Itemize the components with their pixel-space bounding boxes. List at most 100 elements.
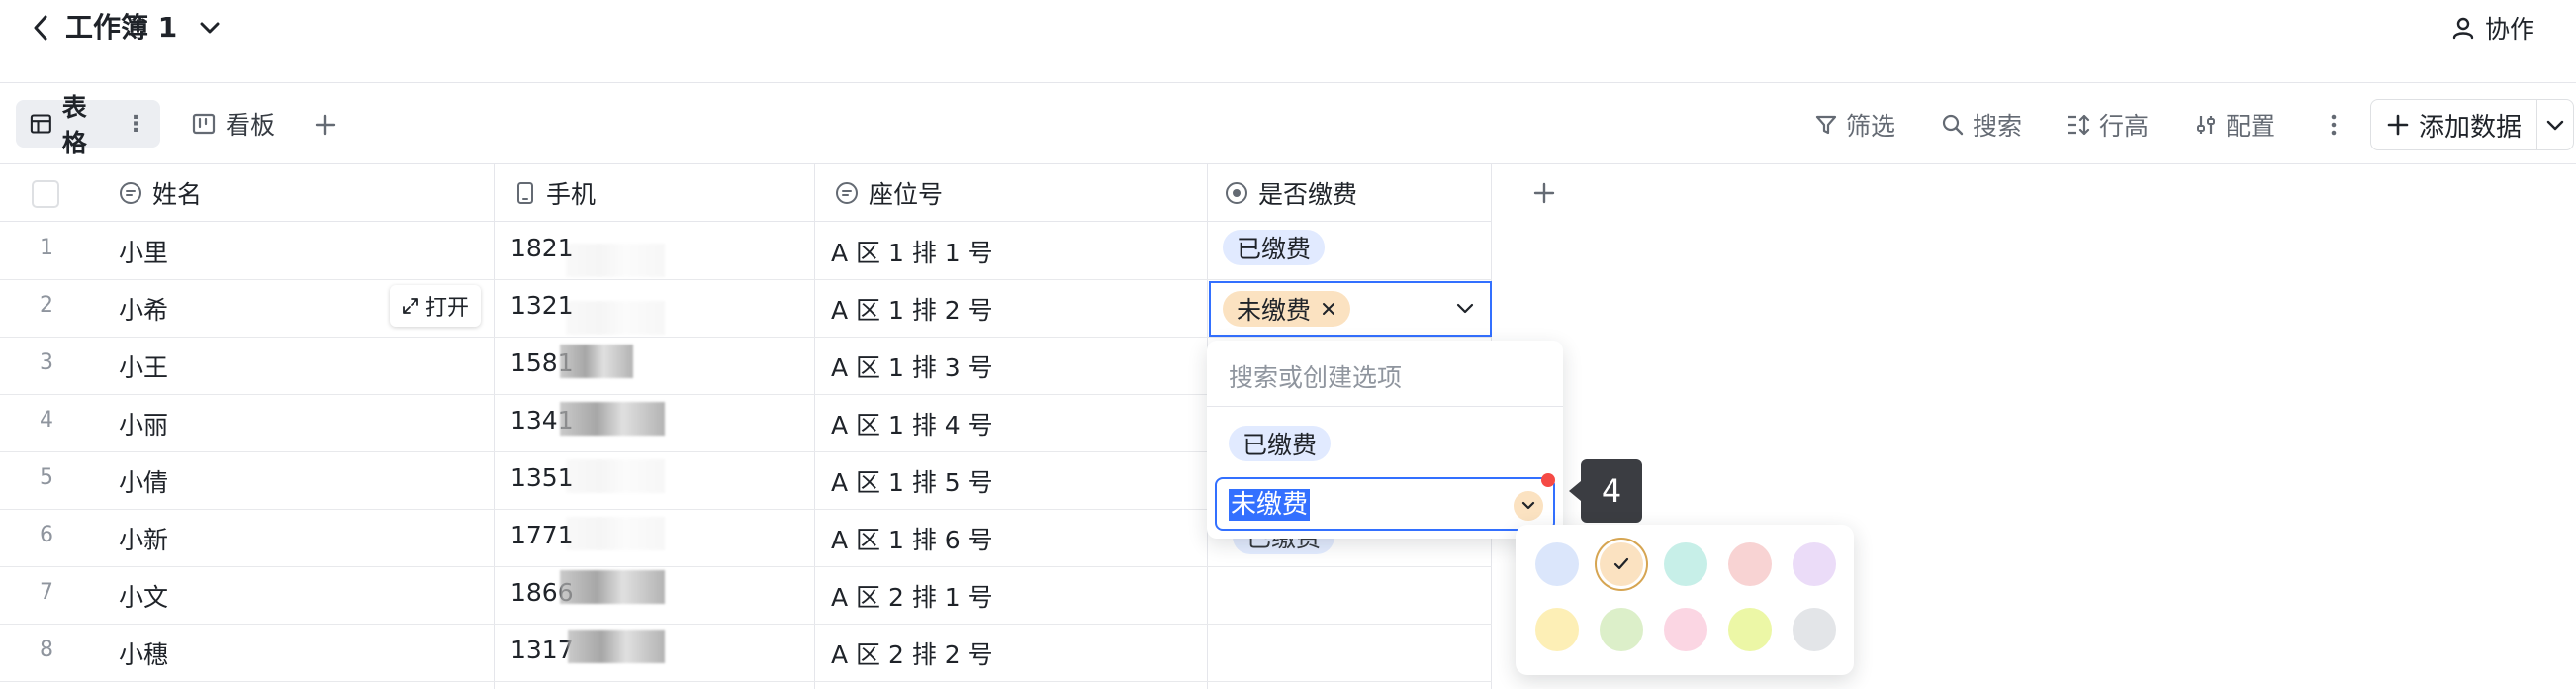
tab-table-view[interactable]: 表格 ⋮ (16, 93, 160, 157)
column-header-name[interactable]: 姓名 (119, 164, 203, 222)
expand-icon (403, 298, 418, 314)
cell-name[interactable]: 小倩 (119, 463, 168, 499)
config-label: 配置 (2226, 112, 2276, 141)
color-swatch-pink[interactable] (1664, 608, 1707, 651)
more-vertical-icon[interactable]: ⋮ (125, 112, 146, 137)
row-number: 7 (40, 580, 53, 605)
cell-seat[interactable]: A 区 2 排 1 号 (831, 578, 993, 614)
text-field-icon (836, 181, 858, 204)
option-color-button[interactable] (1514, 491, 1543, 521)
color-swatch-red[interactable] (1728, 542, 1772, 586)
cell-phone[interactable]: 1821 (510, 234, 574, 262)
chevron-down-icon[interactable] (2537, 100, 2573, 149)
redacted-phone (566, 459, 665, 493)
cell-seat[interactable]: A 区 1 排 2 号 (831, 291, 993, 327)
cell-seat[interactable]: A 区 1 排 1 号 (831, 234, 993, 269)
more-vertical-icon[interactable] (2319, 108, 2348, 142)
row-divider (0, 279, 1492, 280)
cell-seat[interactable]: A 区 1 排 3 号 (831, 348, 993, 384)
search-label: 搜索 (1973, 112, 2023, 141)
back-icon[interactable] (26, 10, 55, 46)
color-swatch-green[interactable] (1600, 608, 1643, 651)
row-number: 5 (40, 465, 53, 490)
filter-label: 筛选 (1846, 112, 1896, 141)
add-data-label: 添加数据 (2419, 112, 2523, 143)
cell-name[interactable]: 小王 (119, 348, 168, 384)
check-icon (1613, 557, 1629, 570)
user-icon (2452, 17, 2474, 40)
config-button[interactable]: 配置 (2194, 107, 2275, 143)
tab-board-label: 看板 (226, 111, 276, 140)
tag-paid: 已缴费 (1223, 230, 1326, 265)
column-header-phone[interactable]: 手机 (514, 164, 597, 222)
open-record-label: 打开 (424, 296, 469, 321)
row-height-button[interactable]: 行高 (2066, 107, 2149, 143)
tab-board-view[interactable]: 看板 (178, 100, 289, 148)
cell-phone[interactable]: 1351 (510, 463, 574, 492)
chevron-down-icon[interactable] (1454, 297, 1476, 319)
row-height-icon (2068, 114, 2090, 136)
column-header-seat[interactable]: 座位号 (835, 164, 944, 222)
search-button[interactable]: 搜索 (1941, 107, 2022, 143)
row-divider (0, 566, 1492, 567)
column-header-paid[interactable]: 是否缴费 (1225, 164, 1358, 222)
row-divider (0, 624, 1492, 625)
option-item-paid[interactable]: 已缴费 (1229, 426, 1332, 461)
select-all-checkbox[interactable] (32, 180, 59, 208)
cell-seat[interactable]: A 区 2 排 2 号 (831, 636, 993, 671)
collaborate-button[interactable]: 协作 (2451, 10, 2534, 46)
row-divider (0, 681, 1492, 682)
option-rename-text[interactable]: 未缴费 (1229, 489, 1311, 521)
collaborate-label: 协作 (2484, 15, 2534, 44)
cell-name[interactable]: 小希 (119, 291, 168, 327)
cell-name[interactable]: 小里 (119, 234, 168, 269)
add-column-icon[interactable] (1527, 176, 1561, 210)
column-divider (814, 164, 815, 689)
filter-button[interactable]: 筛选 (1814, 107, 1895, 143)
cell-name[interactable]: 小文 (119, 578, 168, 614)
add-data-main[interactable]: 添加数据 (2371, 100, 2537, 149)
color-swatch-teal[interactable] (1664, 542, 1707, 586)
cell-seat[interactable]: A 区 1 排 5 号 (831, 463, 993, 499)
open-record-button[interactable]: 打开 (390, 285, 481, 327)
filter-icon (1815, 115, 1837, 135)
cell-phone[interactable]: 1321 (510, 291, 574, 320)
row-number: 8 (40, 638, 53, 662)
option-rename-input[interactable]: 未缴费 (1215, 473, 1555, 531)
paid-cell-editor[interactable]: 未缴费 (1209, 281, 1492, 337)
column-divider (494, 164, 495, 689)
redacted-phone (560, 402, 665, 436)
row-divider (0, 337, 1492, 338)
color-swatch-lime[interactable] (1728, 608, 1772, 651)
color-swatch-orange[interactable] (1600, 542, 1643, 586)
cell-name[interactable]: 小穗 (119, 636, 168, 671)
column-seat-label: 座位号 (869, 179, 944, 209)
row-number: 6 (40, 523, 53, 547)
row-number: 2 (40, 293, 53, 318)
option-search-input[interactable]: 搜索或创建选项 (1229, 358, 1402, 394)
color-swatch-yellow[interactable] (1535, 608, 1579, 651)
view-toolbar: 表格 ⋮ 看板 筛选 搜索 行高 配置 添加数据 (0, 83, 2576, 164)
cell-name[interactable]: 小新 (119, 521, 168, 556)
option-dropdown: 搜索或创建选项 已缴费 未缴费 (1207, 341, 1563, 539)
close-icon[interactable] (1321, 301, 1336, 317)
cell-name[interactable]: 小丽 (119, 406, 168, 442)
add-data-button[interactable]: 添加数据 (2370, 99, 2574, 150)
color-swatch-purple[interactable] (1793, 542, 1836, 586)
cell-paid[interactable]: 已缴费 (1223, 230, 1326, 265)
document-title[interactable]: 工作簿 1 (65, 8, 177, 48)
color-swatch-blue[interactable] (1535, 542, 1579, 586)
cell-phone[interactable]: 1317 (510, 636, 574, 664)
column-name-label: 姓名 (152, 179, 203, 209)
redacted-phone (560, 570, 665, 604)
divider (1207, 406, 1563, 407)
cell-seat[interactable]: A 区 1 排 4 号 (831, 406, 993, 442)
chevron-down-icon[interactable] (196, 14, 224, 42)
color-swatch-gray[interactable] (1793, 608, 1836, 651)
cell-phone[interactable]: 1771 (510, 521, 574, 549)
redacted-phone (566, 517, 665, 550)
add-view-icon[interactable] (309, 108, 342, 142)
plus-icon (2387, 114, 2409, 136)
cell-seat[interactable]: A 区 1 排 6 号 (831, 521, 993, 556)
selected-option-tag[interactable]: 未缴费 (1223, 291, 1351, 327)
